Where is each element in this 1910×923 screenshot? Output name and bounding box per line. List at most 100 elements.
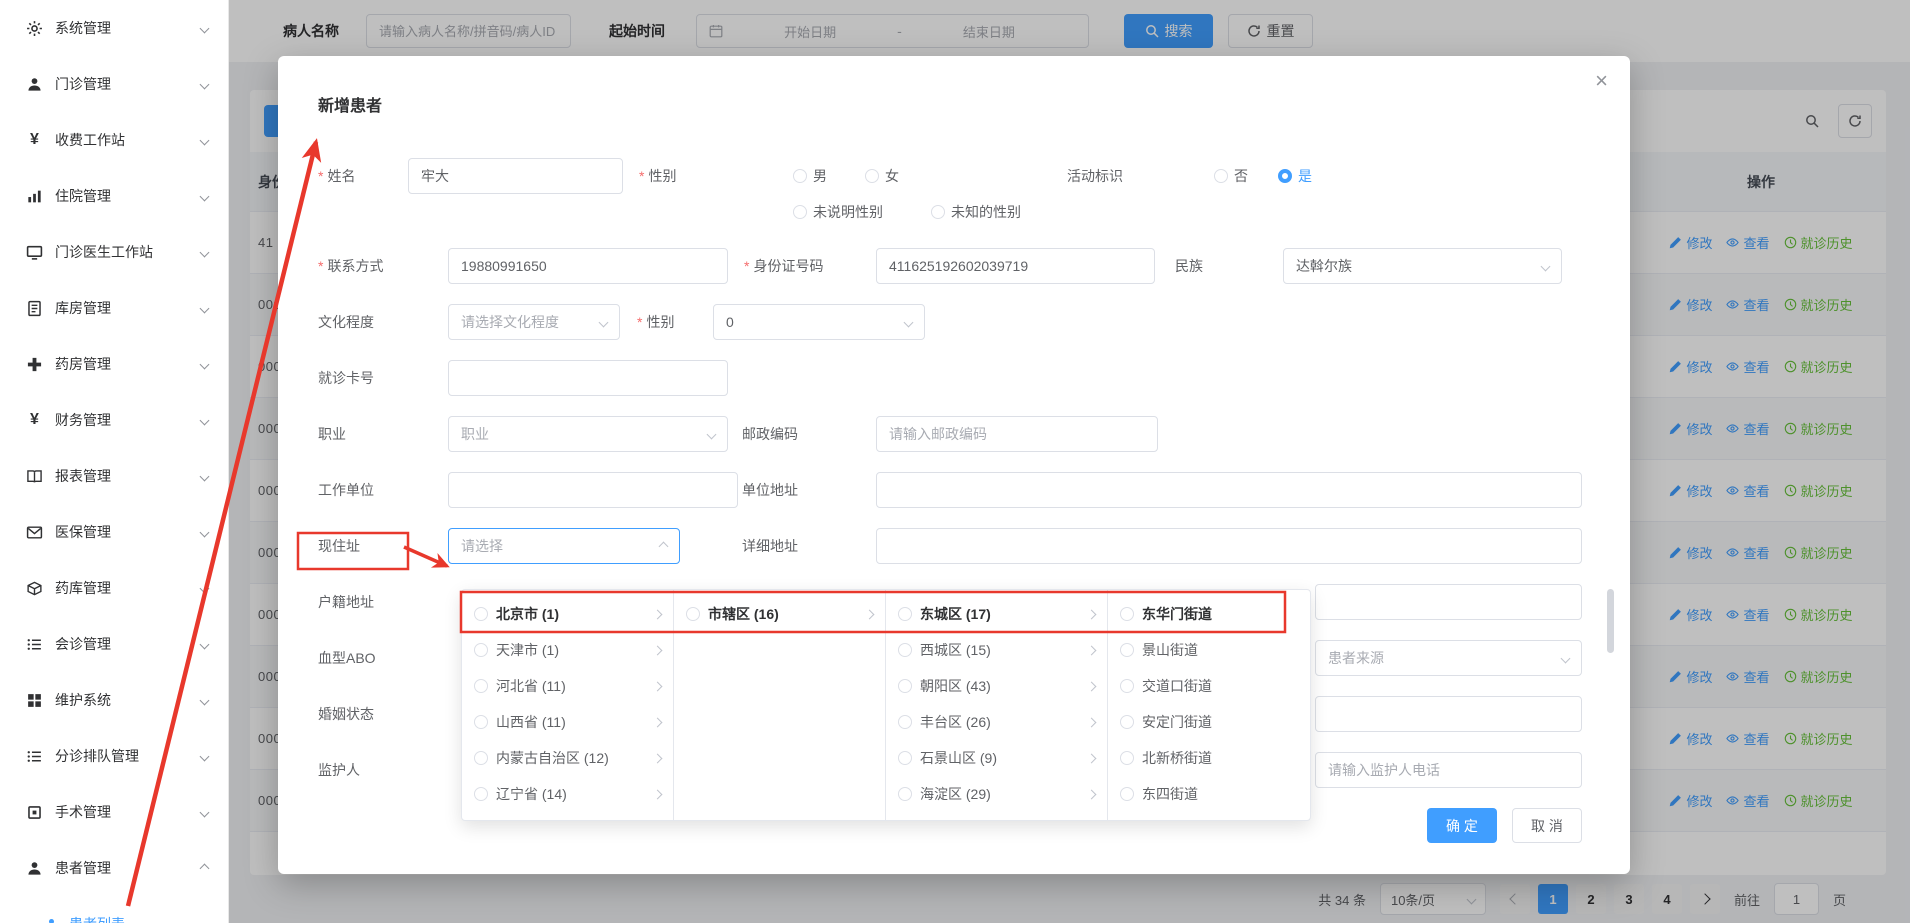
chevron-right-icon: [1087, 645, 1097, 655]
cascader-option[interactable]: 山西省 (11): [462, 704, 673, 740]
cascader-option-label: 东华门街道: [1142, 604, 1298, 624]
cascader-option[interactable]: 丰台区 (26): [886, 704, 1107, 740]
chevron-right-icon: [865, 609, 875, 619]
occupation-select[interactable]: 职业: [448, 416, 728, 452]
cascader-option[interactable]: 西城区 (15): [886, 632, 1107, 668]
cancel-button[interactable]: 取 消: [1512, 808, 1582, 843]
detail-address-input[interactable]: [876, 528, 1582, 564]
ethnic-label: 民族: [1175, 248, 1283, 284]
modal-title: 新增患者: [318, 92, 382, 116]
cascader-option[interactable]: 安定门街道: [1108, 704, 1310, 740]
chevron-right-icon: [653, 753, 663, 763]
cascader-option[interactable]: 石景山区 (9): [886, 740, 1107, 776]
sidebar-item-system[interactable]: 系统管理: [0, 0, 228, 56]
sidebar-item-pharmacy[interactable]: 药房管理: [0, 336, 228, 392]
work-unit-input[interactable]: [448, 472, 738, 508]
radio-label: 男: [813, 166, 827, 186]
guardian-phone-input[interactable]: [1315, 752, 1582, 788]
gender-select[interactable]: 0: [713, 304, 925, 340]
cascader-option[interactable]: 北京市 (1): [462, 596, 673, 632]
cascader-option[interactable]: 海淀区 (29): [886, 776, 1107, 812]
cascader-option-label: 丰台区 (26): [920, 712, 1080, 732]
mail-icon: [26, 524, 43, 541]
sidebar-item-drug-storage[interactable]: 药库管理: [0, 560, 228, 616]
cascader-option[interactable]: 景山街道: [1108, 632, 1310, 668]
sidebar-item-outpatient[interactable]: 门诊管理: [0, 56, 228, 112]
sidebar-item-report[interactable]: 报表管理: [0, 448, 228, 504]
work-unit-label: 工作单位: [318, 472, 448, 508]
cascader-option-label: 安定门街道: [1142, 712, 1298, 732]
sidebar-item-outpatient-doctor-station[interactable]: 门诊医生工作站: [0, 224, 228, 280]
sidebar-item-patient-list[interactable]: 患者列表: [0, 896, 228, 923]
contact-input[interactable]: [448, 248, 728, 284]
education-select-placeholder: 请选择文化程度: [461, 312, 559, 332]
sidebar-item-medical-insurance[interactable]: 医保管理: [0, 504, 228, 560]
sidebar-item-label: 手术管理: [55, 802, 111, 822]
id-number-input[interactable]: [876, 248, 1155, 284]
confirm-button[interactable]: 确 定: [1427, 808, 1497, 843]
sidebar-item-warehouse[interactable]: 库房管理: [0, 280, 228, 336]
sidebar-item-label: 收费工作站: [55, 130, 125, 150]
radio-icon: [474, 607, 488, 621]
chevron-down-icon: [904, 317, 914, 327]
gender-radio-unknown[interactable]: 未知的性别: [931, 202, 1021, 222]
yen-icon: ¥: [26, 131, 43, 149]
radio-icon: [898, 787, 912, 801]
document-icon: [26, 300, 43, 317]
radio-icon: [686, 607, 700, 621]
chevron-down-icon: [200, 639, 210, 649]
sidebar-item-triage-queue[interactable]: 分诊排队管理: [0, 728, 228, 784]
registered-address-right-input[interactable]: [1315, 584, 1582, 620]
modal-scrollbar-thumb[interactable]: [1607, 589, 1614, 653]
sidebar-item-consultation[interactable]: 会诊管理: [0, 616, 228, 672]
radio-label: 是: [1298, 166, 1312, 186]
radio-icon: [474, 751, 488, 765]
chevron-up-icon: [200, 863, 210, 873]
marital-right-input[interactable]: [1315, 696, 1582, 732]
postal-input[interactable]: [876, 416, 1158, 452]
sidebar-item-maintenance[interactable]: 维护系统: [0, 672, 228, 728]
cascader-option[interactable]: 市辖区 (16): [674, 596, 885, 632]
education-select[interactable]: 请选择文化程度: [448, 304, 620, 340]
gender-select-value: 0: [726, 314, 734, 330]
cascader-option[interactable]: 河北省 (11): [462, 668, 673, 704]
gender-radio-female[interactable]: 女: [865, 166, 899, 186]
name-input[interactable]: [408, 158, 623, 194]
grid-icon: [26, 692, 43, 709]
patient-source-select[interactable]: 患者来源: [1315, 640, 1582, 676]
active-flag-no-radio[interactable]: 否: [1214, 166, 1248, 186]
sidebar: 系统管理 门诊管理 ¥ 收费工作站 住院管理 门诊医生工作站 库房管理: [0, 0, 229, 923]
cascader-option[interactable]: 内蒙古自治区 (12): [462, 740, 673, 776]
chevron-down-icon: [200, 191, 210, 201]
cascader-option[interactable]: 东城区 (17): [886, 596, 1107, 632]
sidebar-item-label: 住院管理: [55, 186, 111, 206]
close-icon[interactable]: ×: [1595, 70, 1608, 92]
cascader-option[interactable]: 交道口街道: [1108, 668, 1310, 704]
visit-card-input[interactable]: [448, 360, 728, 396]
cascader-option-label: 辽宁省 (14): [496, 784, 646, 804]
cascader-option[interactable]: 北新桥街道: [1108, 740, 1310, 776]
cascader-option[interactable]: 天津市 (1): [462, 632, 673, 668]
cascader-option-label: 朝阳区 (43): [920, 676, 1080, 696]
cascader-option[interactable]: 朝阳区 (43): [886, 668, 1107, 704]
sidebar-item-surgery[interactable]: 手术管理: [0, 784, 228, 840]
ethnic-select[interactable]: 达斡尔族: [1283, 248, 1562, 284]
cascader-option[interactable]: 东四街道: [1108, 776, 1310, 812]
sidebar-item-inpatient[interactable]: 住院管理: [0, 168, 228, 224]
id-number-label: 身份证号码: [744, 248, 876, 284]
current-address-cascader-select[interactable]: 请选择: [448, 528, 680, 564]
active-flag-yes-radio[interactable]: 是: [1278, 166, 1312, 186]
sidebar-item-charge-station[interactable]: ¥ 收费工作站: [0, 112, 228, 168]
cascader-option-label: 交道口街道: [1142, 676, 1298, 696]
sidebar-item-finance[interactable]: ¥ 财务管理: [0, 392, 228, 448]
occupation-label: 职业: [318, 416, 448, 452]
cascader-option[interactable]: 辽宁省 (14): [462, 776, 673, 812]
gender-radio-unspecified[interactable]: 未说明性别: [793, 202, 883, 222]
gear-icon: [26, 20, 43, 37]
gender-radio-male[interactable]: 男: [793, 166, 827, 186]
chevron-down-icon: [200, 135, 210, 145]
unit-address-input[interactable]: [876, 472, 1582, 508]
radio-icon: [1120, 607, 1134, 621]
cascader-option[interactable]: 东华门街道: [1108, 596, 1310, 632]
sidebar-item-patient-management[interactable]: 患者管理: [0, 840, 228, 896]
